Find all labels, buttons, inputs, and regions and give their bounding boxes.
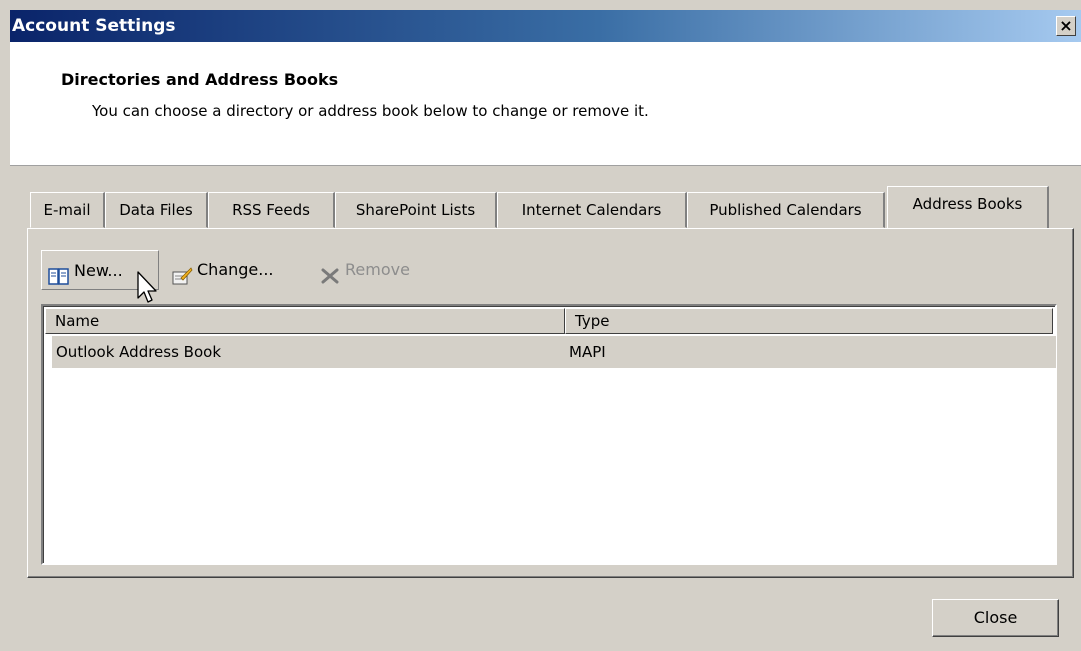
close-button-label: Close <box>973 608 1018 627</box>
mouse-pointer-icon <box>136 270 160 310</box>
close-button[interactable]: Close <box>932 599 1059 637</box>
address-book-list[interactable]: Name Type Outlook Address Book MAPI <box>41 304 1057 565</box>
tab-sharepoint-lists[interactable]: SharePoint Lists <box>335 192 497 228</box>
new-label: New... <box>74 261 123 280</box>
tab-rss-feeds[interactable]: RSS Feeds <box>208 192 335 228</box>
row-name-cell: Outlook Address Book <box>56 343 222 361</box>
row-type-cell: MAPI <box>569 343 606 361</box>
list-header: Name Type <box>45 308 1053 334</box>
change-label: Change... <box>197 260 274 279</box>
address-book-icon <box>48 262 70 285</box>
remove-label: Remove <box>345 260 410 279</box>
tab-email[interactable]: E-mail <box>30 192 105 228</box>
tab-data-files[interactable]: Data Files <box>105 192 208 228</box>
remove-button[interactable]: Remove <box>313 250 433 290</box>
page-title: Directories and Address Books <box>61 70 339 89</box>
title-bar[interactable]: Account Settings × <box>10 10 1081 42</box>
tab-internet-calendars[interactable]: Internet Calendars <box>497 192 687 228</box>
tab-published-calendars[interactable]: Published Calendars <box>687 192 885 228</box>
window-title: Account Settings <box>12 16 176 36</box>
account-settings-window: Account Settings × Directories and Addre… <box>0 0 1081 651</box>
remove-x-icon <box>319 261 341 283</box>
close-icon: × <box>1059 16 1073 35</box>
column-header-type[interactable]: Type <box>565 308 1053 334</box>
tab-address-books[interactable]: Address Books <box>887 186 1049 228</box>
list-row[interactable]: Outlook Address Book MAPI <box>52 336 1056 368</box>
title-close-button[interactable]: × <box>1056 16 1076 36</box>
header-panel: Directories and Address Books You can ch… <box>10 42 1081 166</box>
page-description: You can choose a directory or address bo… <box>92 102 649 120</box>
column-header-name[interactable]: Name <box>45 308 565 334</box>
change-button[interactable]: Change... <box>165 250 305 290</box>
change-icon <box>171 261 193 284</box>
